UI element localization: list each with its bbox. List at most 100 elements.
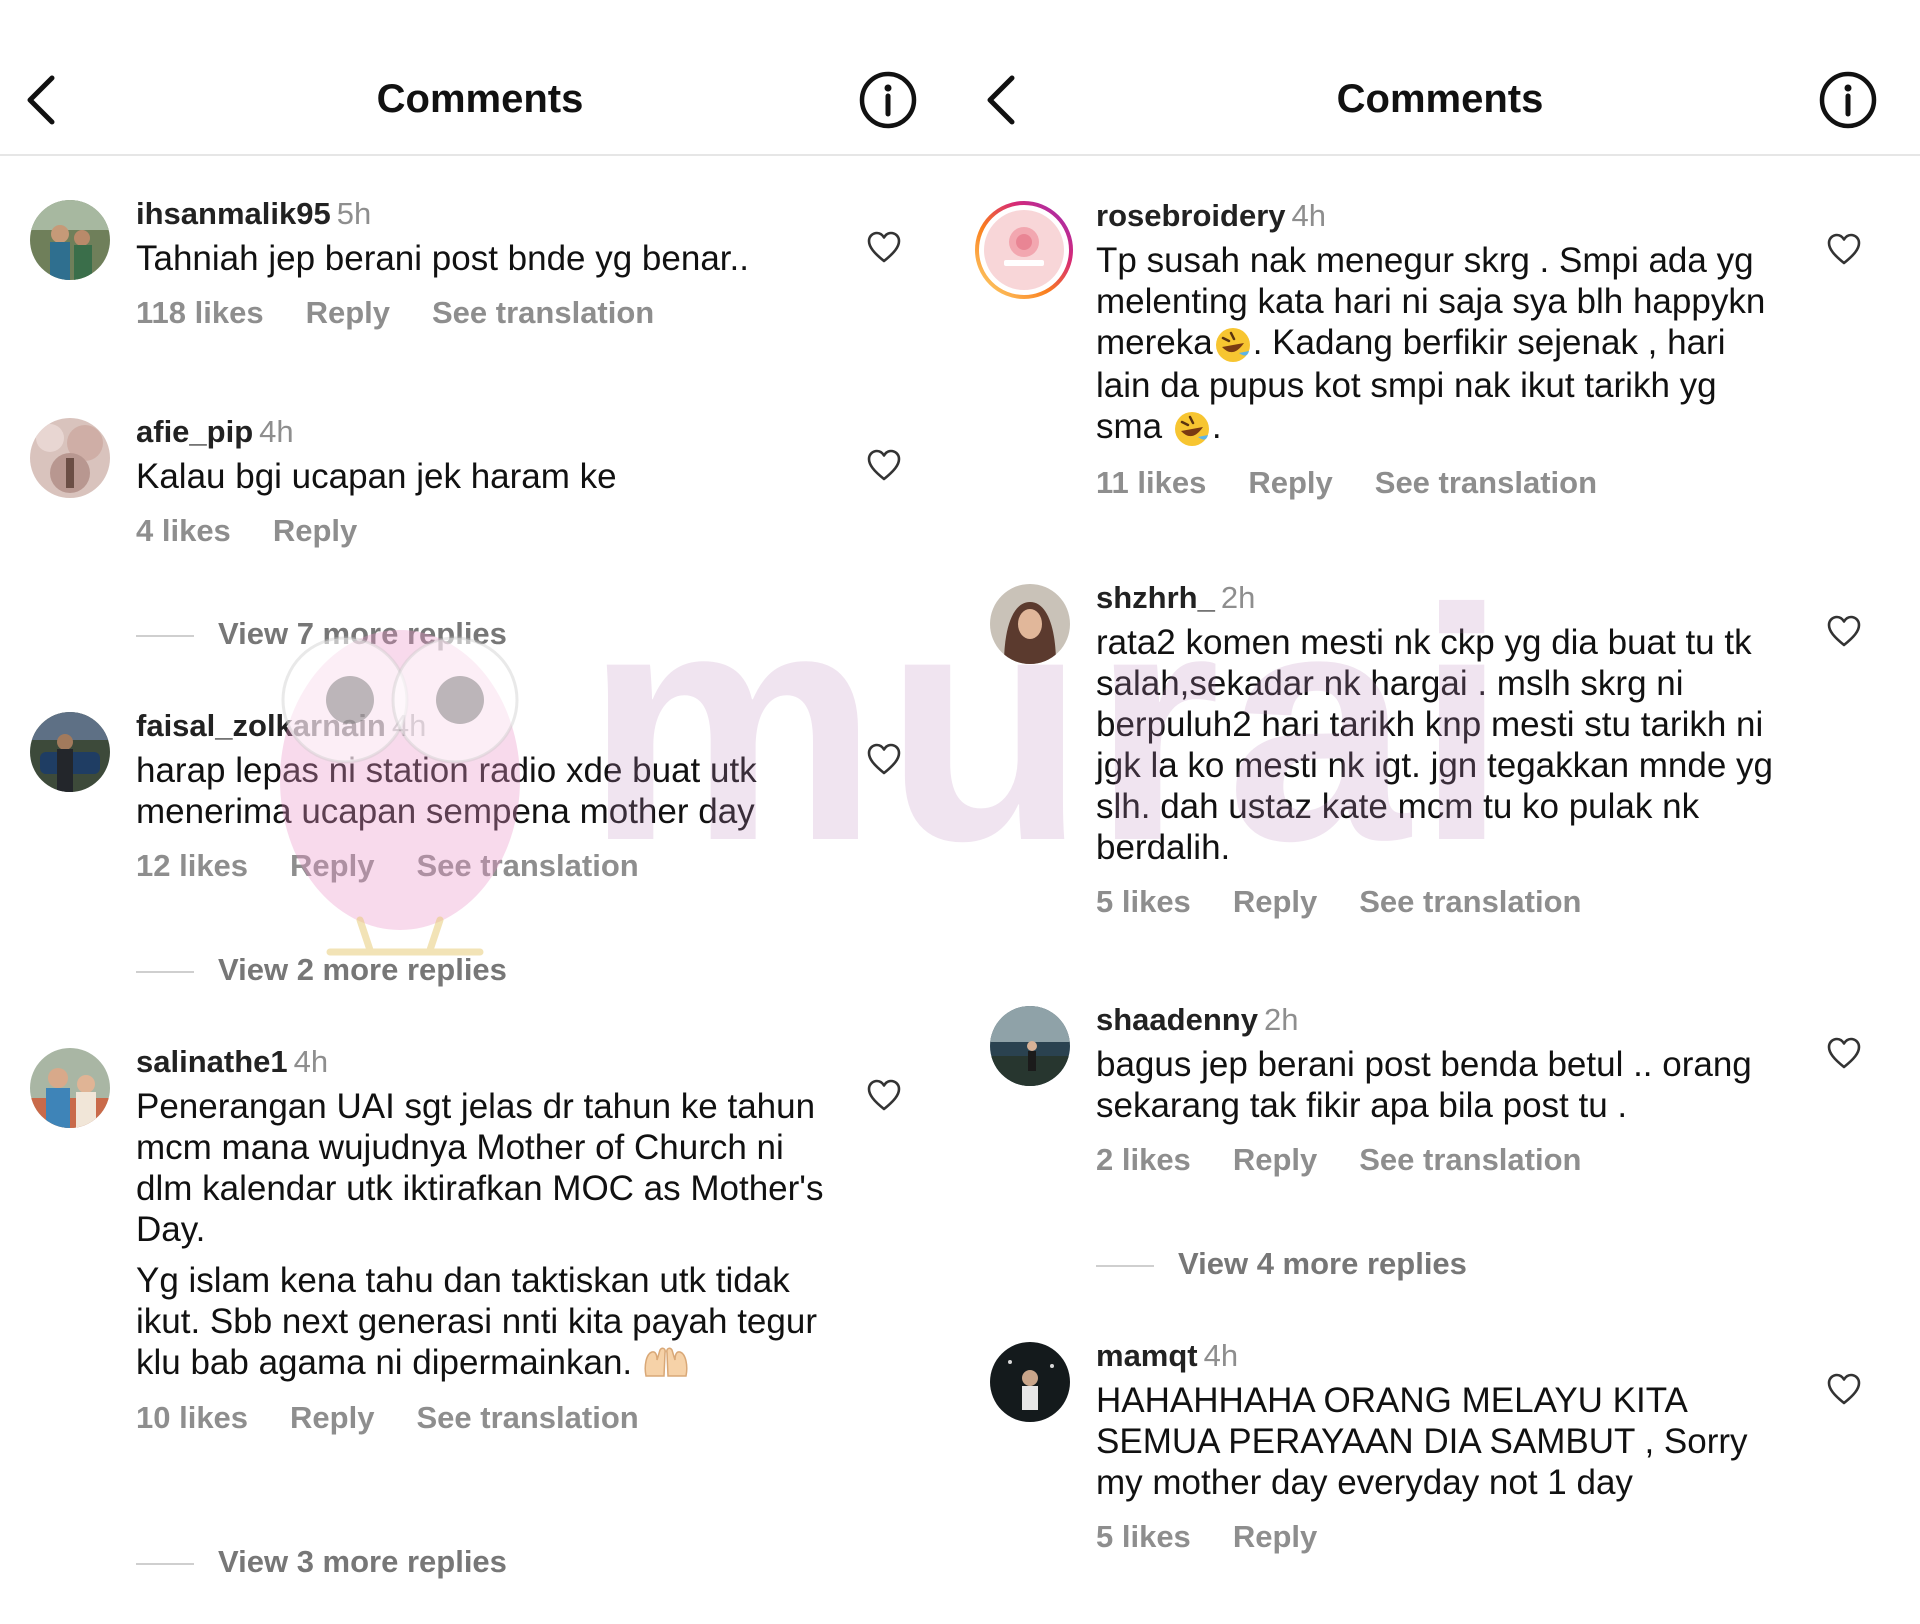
comment-text: Kalau bgi ucapan jek haram ke	[136, 456, 826, 497]
reply-button[interactable]: Reply	[1248, 465, 1332, 500]
timestamp: 2h	[1220, 580, 1256, 615]
view-replies-label: View 2 more replies	[218, 952, 507, 987]
likes-count[interactable]: 11 likes	[1096, 465, 1206, 500]
see-translation-button[interactable]: See translation	[1359, 884, 1581, 919]
view-replies-label: View 4 more replies	[1178, 1246, 1467, 1281]
avatar[interactable]	[990, 584, 1070, 664]
reply-button[interactable]: Reply	[1233, 1142, 1317, 1177]
rolling-on-floor-laughing-emoji	[1215, 327, 1250, 362]
timestamp: 5h	[336, 196, 372, 231]
heart-icon[interactable]	[1826, 1036, 1862, 1070]
comment-text: harap lepas ni station radio xde buat ut…	[136, 750, 826, 832]
header: Comments	[0, 0, 960, 156]
comment-paragraph: harap lepas ni station radio xde buat ut…	[136, 751, 757, 831]
heart-icon[interactable]	[866, 742, 902, 776]
timestamp: 4h	[391, 708, 427, 743]
paragraph-text: Yg islam kena tahu dan taktiskan utk tid…	[136, 1261, 817, 1382]
reply-button[interactable]: Reply	[290, 848, 374, 883]
page-title: Comments	[1336, 77, 1544, 121]
info-icon[interactable]	[1818, 70, 1878, 130]
likes-count[interactable]: 12 likes	[136, 848, 248, 883]
avatar[interactable]	[990, 1006, 1070, 1086]
avatar[interactable]	[30, 712, 110, 792]
reply-button[interactable]: Reply	[1233, 1519, 1317, 1554]
username[interactable]: salinathe1	[136, 1044, 288, 1079]
comment-text: Tp susah nak menegur skrg . Smpi ada yg …	[1096, 240, 1786, 449]
likes-count[interactable]: 5 likes	[1096, 1519, 1191, 1554]
likes-count[interactable]: 10 likes	[136, 1400, 248, 1435]
likes-count[interactable]: 2 likes	[1096, 1142, 1191, 1177]
comments-panel-right: Comments rosebroidery 4h Tp susah nak me…	[960, 0, 1920, 1624]
comment-paragraph: rata2 komen mesti nk ckp yg dia buat tu …	[1096, 623, 1774, 867]
timestamp: 4h	[1291, 198, 1326, 233]
comment-body: shzhrh_ 2h rata2 komen mesti nk ckp yg di…	[1096, 578, 1786, 922]
heart-icon[interactable]	[1826, 232, 1862, 266]
reply-button[interactable]: Reply	[290, 1400, 374, 1435]
username[interactable]: ihsanmalik95	[136, 196, 331, 231]
paragraph-text: .	[1211, 406, 1222, 446]
comment-text: HAHAHHAHA ORANG MELAYU KITA SEMUA PERAYA…	[1096, 1380, 1786, 1503]
comment-actions: 2 likes Reply See translation	[1096, 1140, 1786, 1180]
view-more-replies[interactable]: View 2 more replies	[136, 950, 507, 990]
heart-icon[interactable]	[866, 448, 902, 482]
view-replies-label: View 3 more replies	[218, 1544, 507, 1579]
username[interactable]: shaadenny	[1096, 1002, 1258, 1037]
info-icon[interactable]	[858, 70, 918, 130]
avatar[interactable]	[30, 200, 110, 280]
heart-icon[interactable]	[866, 1078, 902, 1112]
comment-paragraph: Tp susah nak menegur skrg . Smpi ada yg …	[1096, 240, 1786, 449]
comment-body: afie_pip 4h Kalau bgi ucapan jek haram ke…	[136, 412, 826, 551]
see-translation-button[interactable]: See translation	[1359, 1142, 1581, 1177]
palms-up-together-emoji	[644, 1347, 688, 1377]
see-translation-button[interactable]: See translation	[416, 848, 638, 883]
comment-actions: 12 likes Reply See translation	[136, 846, 826, 886]
comment-paragraph: Penerangan UAI sgt jelas dr tahun ke tah…	[136, 1087, 824, 1249]
username[interactable]: afie_pip	[136, 414, 253, 449]
comment-body: faisal_zolkarnain 4h harap lepas ni stati…	[136, 706, 826, 886]
reply-divider-line	[136, 1562, 194, 1565]
reply-button[interactable]: Reply	[273, 513, 357, 548]
username[interactable]: shzhrh_	[1096, 580, 1215, 615]
avatar[interactable]	[990, 1342, 1070, 1422]
comment-paragraph: Kalau bgi ucapan jek haram ke	[136, 457, 617, 496]
comment-paragraph: HAHAHHAHA ORANG MELAYU KITA SEMUA PERAYA…	[1096, 1381, 1748, 1502]
heart-icon[interactable]	[1826, 1372, 1862, 1406]
comment-actions: 118 likes Reply See translation	[136, 293, 826, 333]
username[interactable]: mamqt	[1096, 1338, 1198, 1373]
comment-paragraph: Tahniah jep berani post bnde yg benar..	[136, 239, 749, 278]
header: Comments	[960, 0, 1920, 156]
see-translation-button[interactable]: See translation	[416, 1400, 638, 1435]
timestamp: 4h	[259, 414, 294, 449]
timestamp: 4h	[1203, 1338, 1239, 1373]
view-more-replies[interactable]: View 7 more replies	[136, 614, 507, 654]
reply-divider-line	[136, 970, 194, 973]
username[interactable]: rosebroidery	[1096, 198, 1286, 233]
reply-button[interactable]: Reply	[1233, 884, 1317, 919]
comment-body: rosebroidery 4h Tp susah nak menegur skrg…	[1096, 196, 1786, 503]
reply-button[interactable]: Reply	[306, 295, 390, 330]
avatar-with-story-ring[interactable]	[974, 200, 1074, 300]
see-translation-button[interactable]: See translation	[432, 295, 654, 330]
view-more-replies[interactable]: View 3 more replies	[136, 1542, 507, 1582]
reply-divider-line	[136, 634, 194, 637]
likes-count[interactable]: 118 likes	[136, 295, 264, 330]
username[interactable]: faisal_zolkarnain	[136, 708, 386, 743]
heart-icon[interactable]	[1826, 614, 1862, 648]
comment-paragraph: bagus jep berani post benda betul .. ora…	[1096, 1045, 1752, 1125]
likes-count[interactable]: 4 likes	[136, 513, 231, 548]
comment-actions: 4 likes Reply	[136, 511, 826, 551]
see-translation-button[interactable]: See translation	[1375, 465, 1597, 500]
comment-text: Tahniah jep berani post bnde yg benar..	[136, 238, 826, 279]
comment-text: Penerangan UAI sgt jelas dr tahun ke tah…	[136, 1086, 826, 1384]
view-more-replies[interactable]: View 4 more replies	[1096, 1244, 1467, 1284]
comment-body: ihsanmalik95 5h Tahniah jep berani post b…	[136, 194, 826, 333]
comment-body: shaadenny 2h bagus jep berani post benda …	[1096, 1000, 1786, 1180]
comment-actions: 11 likes Reply See translation	[1096, 463, 1786, 503]
avatar[interactable]	[30, 1048, 110, 1128]
view-replies-label: View 7 more replies	[218, 616, 507, 651]
comment-body: mamqt 4h HAHAHHAHA ORANG MELAYU KITA SEMU…	[1096, 1336, 1786, 1557]
rolling-on-floor-laughing-emoji	[1174, 411, 1209, 446]
avatar[interactable]	[30, 418, 110, 498]
heart-icon[interactable]	[866, 230, 902, 264]
likes-count[interactable]: 5 likes	[1096, 884, 1191, 919]
